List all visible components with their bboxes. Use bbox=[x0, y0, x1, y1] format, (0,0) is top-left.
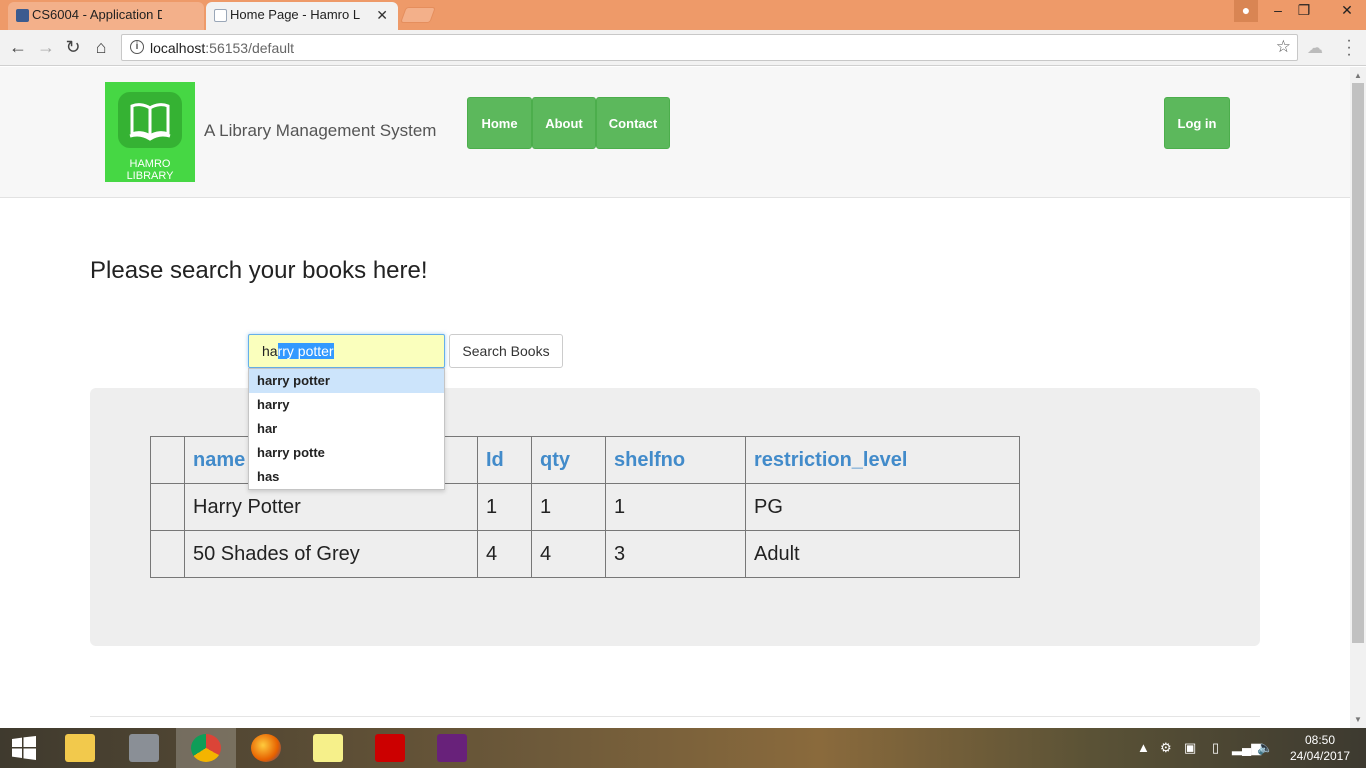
tab-title: CS6004 - Application De bbox=[32, 7, 162, 22]
cell-shelfno: 3 bbox=[605, 530, 746, 578]
windows-logo-icon bbox=[12, 736, 36, 760]
search-books-button[interactable]: Search Books bbox=[449, 334, 563, 368]
url-text: localhost:56153/default bbox=[150, 40, 295, 56]
book-icon bbox=[118, 92, 182, 148]
close-tab-icon[interactable]: ✕ bbox=[376, 2, 388, 28]
page-scrollbar[interactable]: ▲ ▼ bbox=[1350, 67, 1366, 728]
chrome-icon bbox=[191, 734, 221, 762]
row-select-cell[interactable] bbox=[150, 483, 185, 531]
reload-icon[interactable]: ↻ bbox=[62, 37, 84, 59]
back-arrow-icon[interactable]: ← bbox=[7, 37, 29, 59]
page-viewport: HAMRO LIBRARY A Library Management Syste… bbox=[0, 67, 1350, 728]
restore-icon[interactable]: ❐ bbox=[1292, 0, 1316, 22]
autocomplete-option[interactable]: harry bbox=[249, 393, 444, 417]
site-logo[interactable]: HAMRO LIBRARY bbox=[105, 82, 195, 182]
nav-contact-button[interactable]: Contact bbox=[596, 97, 670, 149]
info-icon[interactable]: i bbox=[130, 40, 144, 54]
taskbar-sticky-notes[interactable] bbox=[298, 728, 358, 768]
cell-id: 4 bbox=[477, 530, 532, 578]
row-select-cell[interactable] bbox=[150, 530, 185, 578]
column-header-id[interactable]: Id bbox=[477, 436, 532, 484]
search-input[interactable]: harry potter bbox=[248, 334, 445, 368]
cell-id: 1 bbox=[477, 483, 532, 531]
display-icon[interactable]: ▣ bbox=[1184, 740, 1196, 756]
browser-menu-icon[interactable]: · · · bbox=[1342, 33, 1356, 63]
cell-name: Harry Potter bbox=[184, 483, 478, 531]
settings-icon bbox=[129, 734, 159, 762]
scroll-up-arrow-icon[interactable]: ▲ bbox=[1354, 71, 1362, 80]
cell-name: 50 Shades of Grey bbox=[184, 530, 478, 578]
network-sync-icon[interactable]: ⚙ bbox=[1160, 740, 1172, 756]
browser-tab[interactable]: CS6004 - Application De bbox=[8, 2, 204, 30]
close-window-icon[interactable]: ✕ bbox=[1328, 0, 1366, 22]
home-icon[interactable]: ⌂ bbox=[90, 37, 112, 59]
site-header: HAMRO LIBRARY A Library Management Syste… bbox=[0, 67, 1350, 198]
visual-studio-icon bbox=[437, 734, 467, 762]
taskbar-control-panel[interactable] bbox=[114, 728, 174, 768]
autocomplete-option[interactable]: harry potte bbox=[249, 441, 444, 465]
system-clock[interactable]: 08:50 24/04/2017 bbox=[1284, 732, 1356, 764]
autocomplete-option[interactable]: har bbox=[249, 417, 444, 441]
clock-time: 08:50 bbox=[1304, 733, 1336, 747]
folder-icon bbox=[65, 734, 95, 762]
autocomplete-dropdown: harry potter harry har harry potte has bbox=[248, 368, 445, 490]
minimize-icon[interactable]: – bbox=[1266, 0, 1290, 22]
selected-autocomplete-text: rry potter bbox=[277, 343, 334, 359]
new-tab-button[interactable] bbox=[400, 7, 436, 23]
firefox-icon bbox=[251, 734, 281, 762]
nav-home-button[interactable]: Home bbox=[467, 97, 532, 149]
table-row: 50 Shades of Grey 4 4 3 Adult bbox=[150, 530, 1020, 578]
taskbar-firefox[interactable] bbox=[236, 728, 296, 768]
windows-taskbar: ▲ ⚙ ▣ ▯ ▂▄▆ 🔈 08:50 24/04/2017 bbox=[0, 728, 1366, 768]
taskbar-acrobat[interactable] bbox=[360, 728, 420, 768]
page-favicon-icon bbox=[16, 9, 29, 22]
column-header-select bbox=[150, 436, 185, 484]
scrollbar-thumb[interactable] bbox=[1352, 83, 1364, 643]
cell-shelfno: 1 bbox=[605, 483, 746, 531]
scroll-down-arrow-icon[interactable]: ▼ bbox=[1354, 715, 1362, 724]
address-bar[interactable]: i localhost:56153/default ☆ bbox=[121, 34, 1298, 61]
show-hidden-icons-icon[interactable]: ▲ bbox=[1137, 740, 1150, 755]
profile-icon[interactable]: ● bbox=[1234, 0, 1258, 22]
cell-qty: 4 bbox=[531, 530, 606, 578]
login-button[interactable]: Log in bbox=[1164, 97, 1230, 149]
volume-icon[interactable]: 🔈 bbox=[1257, 740, 1273, 756]
table-row: Harry Potter 1 1 1 PG bbox=[150, 483, 1020, 531]
browser-toolbar: ← → ↻ ⌂ i localhost:56153/default ☆ ☁ · ·… bbox=[0, 30, 1366, 66]
bookmark-star-icon[interactable]: ☆ bbox=[1276, 37, 1291, 57]
clock-date: 24/04/2017 bbox=[1289, 749, 1351, 763]
nav-about-button[interactable]: About bbox=[532, 97, 596, 149]
page-title: Please search your books here! bbox=[90, 257, 428, 284]
cloud-extension-icon[interactable]: ☁ bbox=[1306, 38, 1324, 57]
autocomplete-option[interactable]: harry potter bbox=[249, 369, 444, 393]
cell-restriction-level: Adult bbox=[745, 530, 1020, 578]
forward-arrow-icon[interactable]: → bbox=[35, 37, 57, 59]
autocomplete-option[interactable]: has bbox=[249, 465, 444, 489]
tab-title: Home Page - Hamro Libr bbox=[230, 7, 360, 22]
page-favicon-icon bbox=[214, 9, 227, 22]
browser-tab-bar: CS6004 - Application De Home Page - Hamr… bbox=[0, 0, 1366, 30]
battery-icon[interactable]: ▯ bbox=[1212, 740, 1219, 756]
column-header-restriction-level[interactable]: restriction_level bbox=[745, 436, 1020, 484]
logo-text: HAMRO LIBRARY bbox=[126, 158, 174, 182]
taskbar-visual-studio[interactable] bbox=[422, 728, 482, 768]
taskbar-file-explorer[interactable] bbox=[50, 728, 110, 768]
cell-restriction-level: PG bbox=[745, 483, 1020, 531]
cell-qty: 1 bbox=[531, 483, 606, 531]
browser-tab-active[interactable]: Home Page - Hamro Libr ✕ bbox=[206, 2, 398, 30]
pdf-icon bbox=[375, 734, 405, 762]
taskbar-chrome[interactable] bbox=[176, 728, 236, 768]
sticky-notes-icon bbox=[313, 734, 343, 762]
footer-divider bbox=[90, 716, 1260, 717]
column-header-shelfno[interactable]: shelfno bbox=[605, 436, 746, 484]
column-header-qty[interactable]: qty bbox=[531, 436, 606, 484]
site-tagline: A Library Management System bbox=[204, 121, 437, 140]
